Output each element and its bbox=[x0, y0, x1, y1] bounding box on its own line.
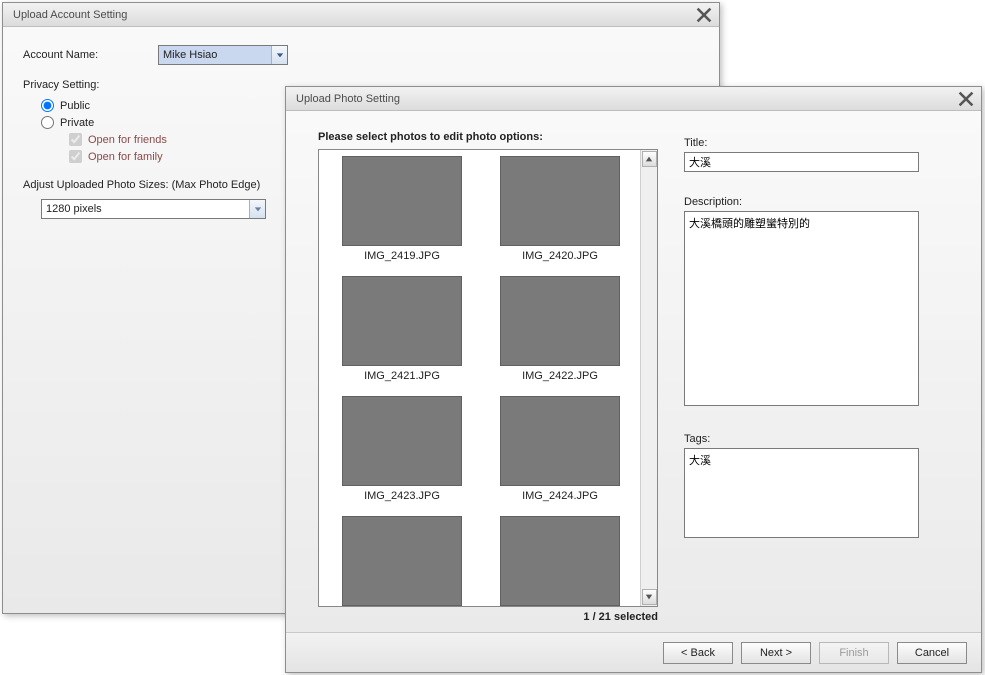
thumbnail-caption: IMG_2424.JPG bbox=[483, 490, 637, 502]
description-field-label: Description: bbox=[684, 196, 944, 208]
thumbnail-image bbox=[500, 156, 620, 246]
thumbnail-scrollbar[interactable] bbox=[640, 150, 657, 606]
thumbnail-item[interactable] bbox=[483, 516, 637, 607]
cancel-button[interactable]: Cancel bbox=[897, 642, 967, 664]
account-name-value: Mike Hsiao bbox=[163, 49, 217, 61]
close-icon[interactable] bbox=[957, 91, 975, 107]
chevron-down-icon[interactable] bbox=[249, 200, 265, 218]
description-textarea[interactable]: 大溪橋頭的雕塑蠻特別的 bbox=[684, 211, 919, 406]
scroll-down-icon[interactable] bbox=[642, 589, 657, 605]
thumbnail-caption: IMG_2422.JPG bbox=[483, 370, 637, 382]
check-open-family-label: Open for family bbox=[88, 151, 163, 163]
account-titlebar[interactable]: Upload Account Setting bbox=[3, 3, 719, 27]
tags-field-label: Tags: bbox=[684, 433, 944, 445]
thumbnail-image bbox=[342, 396, 462, 486]
wizard-footer: < Back Next > Finish Cancel bbox=[286, 632, 981, 672]
next-button[interactable]: Next > bbox=[741, 642, 811, 664]
thumbnail-item[interactable] bbox=[325, 516, 479, 607]
photo-size-value: 1280 pixels bbox=[46, 203, 102, 215]
photo-title: Upload Photo Setting bbox=[296, 93, 400, 105]
radio-private[interactable] bbox=[41, 116, 54, 129]
thumbnail-image bbox=[342, 516, 462, 606]
check-open-friends[interactable] bbox=[69, 133, 82, 146]
check-open-friends-label: Open for friends bbox=[88, 134, 167, 146]
selected-count: 1 / 21 selected bbox=[318, 611, 658, 623]
thumbnail-image bbox=[500, 396, 620, 486]
account-name-combo[interactable]: Mike Hsiao bbox=[158, 45, 288, 65]
radio-private-label: Private bbox=[60, 117, 94, 129]
thumbnail-caption: IMG_2421.JPG bbox=[325, 370, 479, 382]
back-button[interactable]: < Back bbox=[663, 642, 733, 664]
account-title: Upload Account Setting bbox=[13, 9, 127, 21]
scroll-up-icon[interactable] bbox=[642, 151, 657, 167]
thumbnail-image bbox=[500, 516, 620, 606]
thumbnail-image bbox=[342, 156, 462, 246]
thumbnail-item[interactable]: IMG_2419.JPG bbox=[325, 156, 479, 262]
upload-photo-dialog: Upload Photo Setting Please select photo… bbox=[285, 86, 982, 673]
thumbnail-item[interactable]: IMG_2422.JPG bbox=[483, 276, 637, 382]
title-input[interactable] bbox=[684, 152, 919, 172]
photo-size-combo[interactable]: 1280 pixels bbox=[41, 199, 266, 219]
thumbnail-item[interactable]: IMG_2421.JPG bbox=[325, 276, 479, 382]
thumbnail-item[interactable]: IMG_2420.JPG bbox=[483, 156, 637, 262]
photo-titlebar[interactable]: Upload Photo Setting bbox=[286, 87, 981, 111]
radio-public[interactable] bbox=[41, 99, 54, 112]
thumbnail-item[interactable]: IMG_2423.JPG bbox=[325, 396, 479, 502]
check-open-family[interactable] bbox=[69, 150, 82, 163]
thumbnail-image bbox=[500, 276, 620, 366]
radio-public-label: Public bbox=[60, 100, 90, 112]
close-icon[interactable] bbox=[695, 7, 713, 23]
thumbnail-caption: IMG_2420.JPG bbox=[483, 250, 637, 262]
thumbnail-caption: IMG_2423.JPG bbox=[325, 490, 479, 502]
thumbnail-item[interactable]: IMG_2424.JPG bbox=[483, 396, 637, 502]
account-name-label: Account Name: bbox=[23, 49, 158, 61]
tags-textarea[interactable]: 大溪 bbox=[684, 448, 919, 538]
thumbnail-panel: IMG_2419.JPG IMG_2420.JPG IMG_2421.JPG I… bbox=[318, 149, 658, 607]
scroll-track[interactable] bbox=[641, 168, 657, 588]
title-field-label: Title: bbox=[684, 137, 944, 149]
finish-button[interactable]: Finish bbox=[819, 642, 889, 664]
thumbnail-caption: IMG_2419.JPG bbox=[325, 250, 479, 262]
thumbnail-image bbox=[342, 276, 462, 366]
chevron-down-icon[interactable] bbox=[271, 46, 287, 64]
